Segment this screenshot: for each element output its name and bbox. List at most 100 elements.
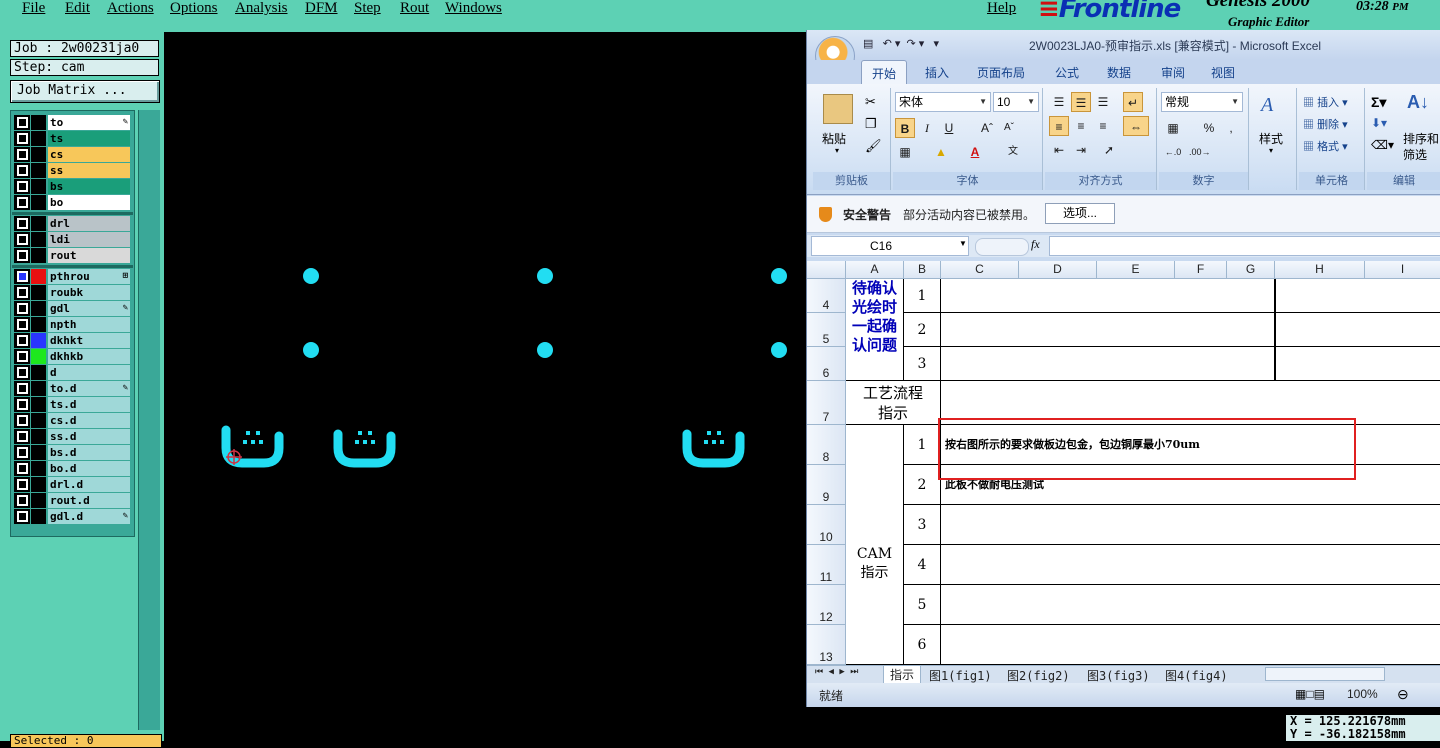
- layer-checkbox[interactable]: [14, 216, 30, 231]
- ribbon-tab-3[interactable]: 公式: [1055, 64, 1079, 81]
- increase-indent-icon[interactable]: ⇥: [1071, 140, 1091, 160]
- cell-empty[interactable]: [1275, 347, 1440, 381]
- cell-cam-header[interactable]: CAM 指示: [846, 425, 904, 665]
- cell-confirm-header[interactable]: 待确认 光绘时 一起确 认问题: [846, 279, 904, 381]
- fill-color-icon[interactable]: ▲: [931, 142, 951, 162]
- ribbon-tab-4[interactable]: 数据: [1107, 64, 1131, 81]
- layer-name[interactable]: gdl.d ✎: [48, 509, 130, 524]
- layer-row-to[interactable]: to ✎: [14, 115, 132, 130]
- cell-index[interactable]: 1: [904, 425, 941, 465]
- layer-name[interactable]: cs: [48, 147, 130, 162]
- layer-row-cs[interactable]: cs: [14, 147, 132, 162]
- row-header[interactable]: 5: [807, 313, 846, 347]
- sort-filter-label-2[interactable]: 筛选: [1403, 146, 1427, 163]
- layer-name[interactable]: d: [48, 365, 130, 380]
- menu-help[interactable]: Help: [987, 0, 1016, 17]
- layer-name[interactable]: ss: [48, 163, 130, 178]
- slot-feature[interactable]: [682, 429, 745, 468]
- layer-row-ss[interactable]: ss: [14, 163, 132, 178]
- row-header[interactable]: 7: [807, 381, 846, 425]
- layer-row-pthrou[interactable]: pthrou ⊞: [14, 269, 132, 284]
- cell-instruction[interactable]: [941, 625, 1440, 665]
- wrap-text-icon[interactable]: ↵: [1123, 92, 1143, 112]
- layer-checkbox[interactable]: [14, 509, 30, 524]
- row-header[interactable]: 8: [807, 425, 846, 465]
- layer-color-swatch[interactable]: [31, 115, 46, 130]
- menu-windows[interactable]: Windows: [445, 0, 502, 17]
- cell-process-header[interactable]: 工艺流程 指示: [846, 381, 941, 425]
- layer-row-to-d[interactable]: to.d ✎: [14, 381, 132, 396]
- layer-checkbox[interactable]: [14, 163, 30, 178]
- layer-name[interactable]: bo: [48, 195, 130, 210]
- layer-name[interactable]: drl: [48, 216, 130, 231]
- ribbon-tab-5[interactable]: 审阅: [1161, 64, 1185, 81]
- layer-checkbox[interactable]: [14, 317, 30, 332]
- column-header[interactable]: I: [1365, 261, 1440, 279]
- menu-actions[interactable]: Actions: [107, 0, 154, 17]
- column-header[interactable]: B: [904, 261, 941, 279]
- cell-empty[interactable]: [1275, 279, 1440, 313]
- layer-row-ss-d[interactable]: ss.d: [14, 429, 132, 444]
- menu-options[interactable]: Options: [170, 0, 218, 17]
- layer-name[interactable]: bs: [48, 179, 130, 194]
- cell-index[interactable]: 2: [904, 465, 941, 505]
- number-format-combo[interactable]: 常规 ▼: [1161, 92, 1243, 112]
- layer-color-swatch[interactable]: [31, 429, 46, 444]
- layer-color-swatch[interactable]: [31, 301, 46, 316]
- layer-color-swatch[interactable]: [31, 179, 46, 194]
- worksheet-grid[interactable]: A B C D E F G H I 4 5 6 7 8 9 10 11 12 13 待确认 光绘时 一起确 认问题 1 2 3 工艺…: [807, 261, 1440, 665]
- align-bottom-icon[interactable]: ☰: [1093, 92, 1113, 112]
- row-header[interactable]: 11: [807, 545, 846, 585]
- column-header[interactable]: C: [941, 261, 1019, 279]
- layer-color-swatch[interactable]: [31, 216, 46, 231]
- layer-row-cs-d[interactable]: cs.d: [14, 413, 132, 428]
- font-color-icon[interactable]: A: [965, 142, 985, 162]
- fill-icon[interactable]: ⬇▾: [1371, 116, 1387, 130]
- merge-center-icon[interactable]: ⇔: [1123, 116, 1149, 136]
- row-header[interactable]: 6: [807, 347, 846, 381]
- layer-color-swatch[interactable]: [31, 195, 46, 210]
- formula-input[interactable]: [1049, 236, 1440, 256]
- sheet-tab-1[interactable]: 图1(fig1): [929, 667, 992, 684]
- format-painter-icon[interactable]: 🖌: [865, 138, 882, 154]
- row-header[interactable]: 4: [807, 279, 846, 313]
- pad-feature[interactable]: [771, 268, 787, 284]
- layer-checkbox[interactable]: [14, 477, 30, 492]
- layer-checkbox[interactable]: [14, 365, 30, 380]
- layer-name[interactable]: rout: [48, 248, 130, 263]
- increase-decimal-icon[interactable]: ←.0: [1163, 142, 1183, 162]
- layer-name[interactable]: npth: [48, 317, 130, 332]
- layer-name[interactable]: ldi: [48, 232, 130, 247]
- layer-color-swatch[interactable]: [31, 232, 46, 247]
- sort-filter-label[interactable]: 排序和: [1403, 130, 1439, 147]
- layer-checkbox[interactable]: [14, 429, 30, 444]
- layer-name[interactable]: dkhkt: [48, 333, 130, 348]
- clear-icon[interactable]: ⌫▾: [1371, 138, 1394, 152]
- layer-checkbox[interactable]: [14, 248, 30, 263]
- paste-button[interactable]: 粘贴: [822, 130, 846, 147]
- column-header[interactable]: H: [1275, 261, 1365, 279]
- menu-step[interactable]: Step: [354, 0, 381, 17]
- layer-checkbox[interactable]: [14, 461, 30, 476]
- pad-feature[interactable]: [537, 342, 553, 358]
- layer-checkbox[interactable]: [14, 131, 30, 146]
- view-mode-icons[interactable]: ▦□▤: [1295, 687, 1325, 701]
- decrease-decimal-icon[interactable]: .00→: [1189, 142, 1211, 162]
- layer-color-swatch[interactable]: [31, 445, 46, 460]
- menu-analysis[interactable]: Analysis: [235, 0, 288, 17]
- customize-qat-icon[interactable]: ▾: [933, 38, 939, 50]
- menu-edit[interactable]: Edit: [65, 0, 90, 17]
- layer-checkbox[interactable]: [14, 179, 30, 194]
- bold-button[interactable]: B: [895, 118, 915, 138]
- insert-cells-button[interactable]: ▦ 插入 ▾: [1303, 94, 1348, 110]
- layer-name[interactable]: bs.d: [48, 445, 130, 460]
- layer-row-bo-d[interactable]: bo.d: [14, 461, 132, 476]
- align-right-icon[interactable]: ≡: [1093, 116, 1113, 136]
- layer-color-swatch[interactable]: [31, 349, 46, 364]
- layer-color-swatch[interactable]: [31, 269, 46, 284]
- delete-cells-button[interactable]: ▦ 删除 ▾: [1303, 116, 1348, 132]
- horizontal-scrollbar[interactable]: [1265, 667, 1385, 681]
- layer-checkbox[interactable]: [14, 301, 30, 316]
- font-size-combo[interactable]: 10 ▼: [993, 92, 1039, 112]
- increase-font-icon[interactable]: Aˆ: [977, 118, 997, 138]
